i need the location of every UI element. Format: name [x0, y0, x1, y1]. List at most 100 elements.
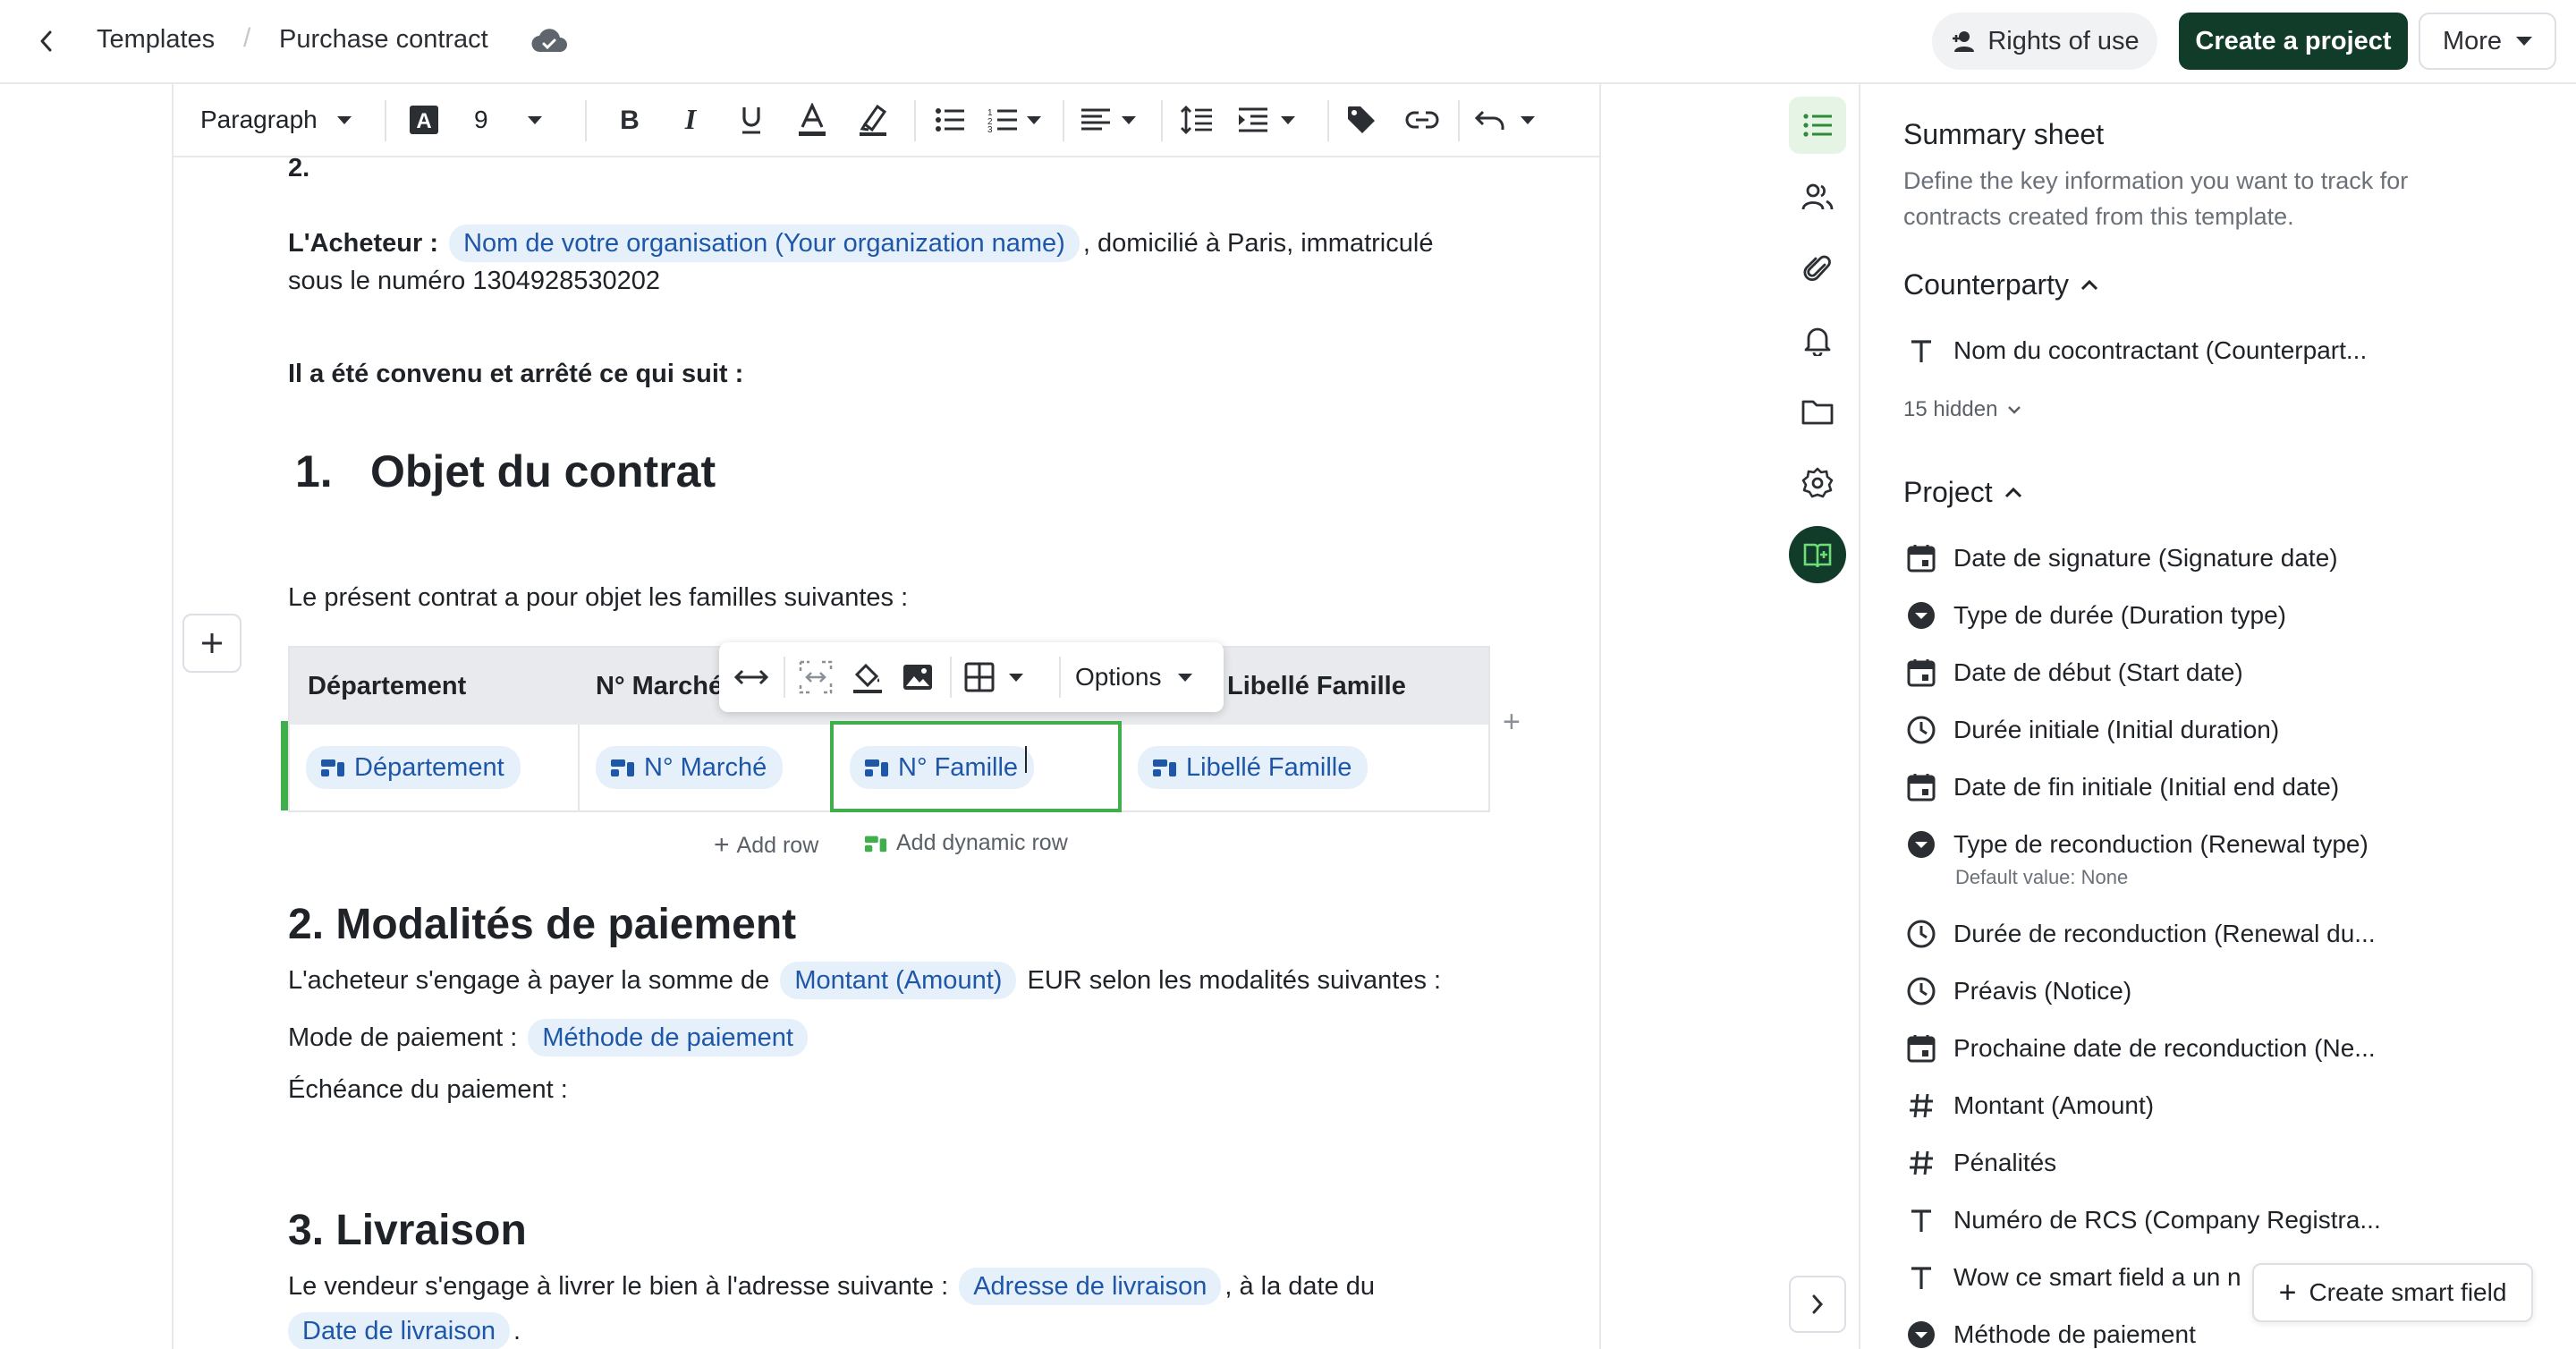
- underline-button[interactable]: [733, 100, 769, 140]
- line-height-icon: [1181, 106, 1212, 134]
- dynamic-field-label: Libellé Famille: [1186, 752, 1352, 782]
- summary-title: Summary sheet: [1903, 118, 2105, 150]
- clock-icon: [1903, 712, 1939, 748]
- table-grid-button[interactable]: [964, 658, 1041, 697]
- toolbar-separator: [784, 657, 785, 698]
- dropdown-icon: [1903, 1317, 1939, 1349]
- line-height-button[interactable]: [1177, 100, 1216, 140]
- payment-paragraph: L'acheteur s'engage à payer la somme de …: [288, 961, 1441, 1000]
- selected-cell-outline: [830, 721, 1122, 812]
- table-cell[interactable]: N° Marché: [578, 725, 832, 810]
- organization-name-chip[interactable]: Nom de votre organisation (Your organiza…: [449, 225, 1080, 262]
- rail-settings-button[interactable]: [1789, 454, 1846, 512]
- insert-image-button[interactable]: [898, 658, 937, 697]
- chevron-down-icon: [2008, 406, 2021, 414]
- svg-text:A: A: [416, 109, 431, 133]
- create-smart-field-button[interactable]: + Create smart field: [2252, 1263, 2533, 1322]
- counterparty-field[interactable]: Nom du cocontractant (Counterpart...: [1903, 333, 2367, 369]
- link-button[interactable]: [1402, 100, 1442, 140]
- delivery-address-chip[interactable]: Adresse de livraison: [959, 1268, 1222, 1305]
- rail-notifications-button[interactable]: [1789, 311, 1846, 369]
- add-row-button[interactable]: + Add row: [714, 830, 818, 861]
- editor-toolbar: Paragraph A 9 B I 123: [174, 84, 1599, 157]
- project-field-item[interactable]: Type de reconduction (Renewal type): [1903, 827, 2368, 862]
- font-size-select[interactable]: 9: [474, 100, 564, 140]
- project-field-item[interactable]: Numéro de RCS (Company Registra...: [1903, 1202, 2381, 1238]
- numbered-list-button[interactable]: 123: [987, 100, 1050, 140]
- project-field-item[interactable]: Wow ce smart field a un n: [1903, 1260, 2241, 1295]
- rail-folder-button[interactable]: [1789, 383, 1846, 440]
- cell-fill-button[interactable]: [848, 658, 887, 697]
- project-field-item[interactable]: Date de fin initiale (Initial end date): [1903, 769, 2339, 805]
- payment-method-chip[interactable]: Méthode de paiement: [528, 1019, 808, 1056]
- more-button[interactable]: More: [2419, 13, 2556, 70]
- column-width-button[interactable]: [732, 658, 771, 697]
- project-field-item[interactable]: Préavis (Notice): [1903, 973, 2131, 1009]
- rail-people-button[interactable]: [1789, 168, 1846, 225]
- project-field-item[interactable]: Durée initiale (Initial duration): [1903, 712, 2279, 748]
- add-column-button[interactable]: +: [1503, 705, 1521, 740]
- paint-bucket-icon: [853, 663, 882, 693]
- breadcrumb-templates[interactable]: Templates: [97, 25, 215, 55]
- field-label: Date de fin initiale (Initial end date): [1953, 773, 2340, 801]
- project-field-item[interactable]: Type de durée (Duration type): [1903, 598, 2286, 633]
- dynamic-field-chip[interactable]: Département: [306, 746, 521, 789]
- table-cell[interactable]: Département: [290, 725, 578, 810]
- delivery-date-chip[interactable]: Date de livraison: [288, 1312, 510, 1349]
- back-button[interactable]: [27, 21, 66, 61]
- highlight-button[interactable]: [853, 100, 893, 140]
- rail-attachments-button[interactable]: [1789, 240, 1846, 297]
- field-default-value: Default value: None: [1955, 866, 2129, 888]
- table-toolbar: Options: [719, 642, 1224, 712]
- caret-down-icon: [2516, 37, 2533, 46]
- align-button[interactable]: [1080, 100, 1148, 140]
- table-cell[interactable]: Libellé Famille: [1120, 725, 1488, 810]
- project-field-item[interactable]: Durée de reconduction (Renewal du...: [1903, 916, 2376, 952]
- dynamic-field-chip[interactable]: Libellé Famille: [1138, 746, 1368, 789]
- highlighter-icon: [860, 104, 887, 136]
- dynamic-field-icon: [611, 759, 634, 776]
- table-options-label: Options: [1075, 663, 1162, 691]
- merge-cells-button[interactable]: [796, 658, 835, 697]
- text-color-button[interactable]: [792, 100, 832, 140]
- rights-of-use-button[interactable]: Rights of use: [1932, 13, 2157, 70]
- dynamic-field-label: Département: [354, 752, 504, 782]
- project-field-item[interactable]: Prochaine date de reconduction (Ne...: [1903, 1031, 2376, 1066]
- bullet-list-button[interactable]: [930, 100, 970, 140]
- counterparty-section-toggle[interactable]: Counterparty: [1903, 268, 2099, 301]
- create-project-button[interactable]: Create a project: [2179, 13, 2408, 70]
- italic-button[interactable]: I: [673, 100, 708, 140]
- project-field-item[interactable]: Date de début (Start date): [1903, 655, 2243, 691]
- indent-button[interactable]: [1238, 100, 1309, 140]
- rail-summary-button[interactable]: [1789, 97, 1846, 154]
- plus-icon: +: [714, 830, 730, 860]
- clock-icon: [1903, 916, 1939, 952]
- project-field-item[interactable]: Date de signature (Signature date): [1903, 540, 2338, 576]
- block-type-select[interactable]: Paragraph: [200, 100, 361, 140]
- project-field-item[interactable]: Méthode de paiement: [1903, 1317, 2196, 1349]
- add-block-button[interactable]: [182, 614, 242, 673]
- toolbar-separator: [1063, 100, 1064, 141]
- font-style-button[interactable]: A: [404, 100, 444, 140]
- payment-mode-paragraph: Mode de paiement : Méthode de paiement: [288, 1018, 811, 1057]
- project-section-toggle[interactable]: Project: [1903, 476, 2023, 509]
- dynamic-field-chip[interactable]: N° Marché: [596, 746, 784, 789]
- undo-button[interactable]: [1474, 100, 1555, 140]
- table-options-button[interactable]: Options: [1075, 658, 1209, 697]
- add-dynamic-row-label: Add dynamic row: [896, 830, 1068, 855]
- expand-panel-button[interactable]: [1789, 1276, 1846, 1333]
- document-content[interactable]: 2. L'Acheteur : Nom de votre organisatio…: [174, 157, 1599, 1349]
- rail-create-button[interactable]: [1789, 526, 1846, 583]
- numbered-list-icon: 123: [987, 108, 1017, 132]
- tag-button[interactable]: [1342, 100, 1381, 140]
- project-field-item[interactable]: Montant (Amount): [1903, 1088, 2154, 1124]
- hidden-fields-toggle[interactable]: 15 hidden: [1903, 397, 2022, 422]
- project-field-item[interactable]: Pénalités: [1903, 1145, 2056, 1181]
- breadcrumb-separator: /: [243, 23, 251, 53]
- tag-icon: [1348, 106, 1375, 133]
- bold-button[interactable]: B: [612, 100, 648, 140]
- add-dynamic-row-button[interactable]: Add dynamic row: [864, 830, 1068, 856]
- dynamic-field-icon: [321, 759, 344, 776]
- more-label: More: [2442, 26, 2503, 55]
- amount-chip[interactable]: Montant (Amount): [780, 962, 1017, 999]
